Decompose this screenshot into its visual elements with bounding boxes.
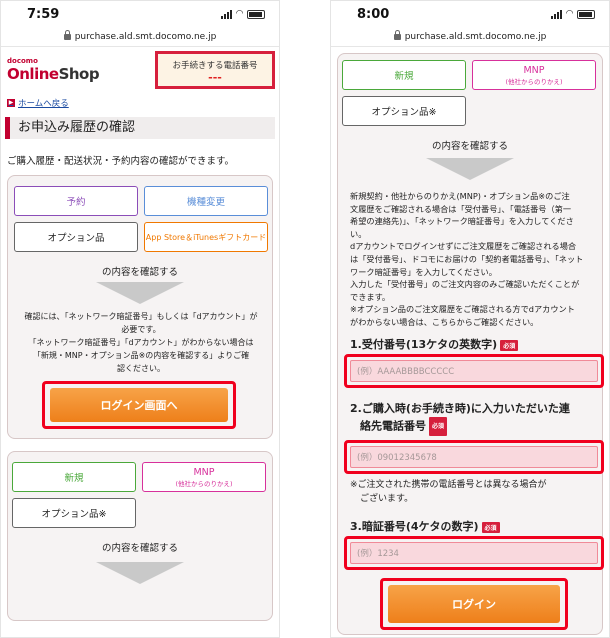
option-button[interactable]: オプション品※ xyxy=(342,96,466,126)
pin-input[interactable]: (例）1234 xyxy=(350,542,598,564)
lock-icon xyxy=(393,29,401,40)
signal-icon xyxy=(551,9,563,19)
logo-text-online: Online xyxy=(7,65,59,83)
url-text: purchase.ald.smt.docomo.ne.jp xyxy=(404,31,547,42)
guest-notes: 新規契約・他社からのりかえ(MNP)・オプション品※のご注 文履歴をご確認される… xyxy=(350,190,602,329)
site-header: docomo OnlineShop お手続きする電話番号 --- xyxy=(1,47,279,95)
login-note-line: 認ください。 xyxy=(117,364,165,373)
mnp-button[interactable]: MNP (他社からのりかえ) xyxy=(142,462,266,492)
home-link[interactable]: ▶ ホームへ戻る xyxy=(1,95,279,111)
login-note-line: 「ネットワーク暗証番号」「dアカウント」がわからない場合は xyxy=(28,338,254,347)
down-arrow-icon xyxy=(96,562,184,584)
signal-icon xyxy=(221,9,233,19)
battery-icon xyxy=(577,9,595,19)
contact-phone-label-line: 2.ご購入時(お手続き時)に入力いただいた連 xyxy=(350,402,570,415)
option-button[interactable]: オプション品※ xyxy=(12,498,136,528)
confirm-text: の内容を確認する xyxy=(101,267,178,278)
status-icons: ◠ xyxy=(551,9,595,19)
mnp-label: MNP xyxy=(523,64,545,76)
required-badge: 必須 xyxy=(481,521,500,533)
login-button[interactable]: ログイン xyxy=(388,585,560,623)
status-icons: ◠ xyxy=(221,9,265,19)
right-phone-screen: 8:00 ◠ purchase.ald.smt.docomo.ne.jp 新規 … xyxy=(330,0,610,638)
page-lead: ご購入履歴・配送状況・予約内容の確認ができます。 xyxy=(7,156,235,167)
logo-online-shop[interactable]: OnlineShop xyxy=(7,65,100,83)
note-line: い。 xyxy=(350,228,367,239)
required-badge: 必須 xyxy=(429,417,448,436)
login-note-line: 必要です。 xyxy=(121,325,161,334)
home-link-label: ホームへ戻る xyxy=(18,99,69,109)
contact-phone-label-line: 絡先電話番号 xyxy=(360,419,426,433)
down-arrow-icon xyxy=(426,158,514,180)
status-bar: 8:00 ◠ xyxy=(331,1,609,27)
phone-hint-line: ございます。 xyxy=(360,494,414,504)
logo-docomo: docomo xyxy=(7,57,38,65)
note-line: ワーク暗証番号」を入力してください。 xyxy=(350,266,497,277)
battery-icon xyxy=(247,9,265,19)
note-line: できます。 xyxy=(350,291,391,302)
wifi-icon: ◠ xyxy=(566,9,573,19)
note-line: 新規契約・他社からのりかえ(MNP)・オプション品※のご注 xyxy=(350,191,570,201)
wifi-icon: ◠ xyxy=(236,9,243,19)
receipt-number-input[interactable]: (例）AAAABBBBCCCCC xyxy=(350,360,598,382)
mnp-button[interactable]: MNP (他社からのりかえ) xyxy=(472,60,596,90)
pin-label: 3.暗証番号(4ケタの数字) 必須 xyxy=(350,518,500,534)
model-change-button[interactable]: 機種変更 xyxy=(144,186,268,216)
note-line: がわからない場合は、こちらからご確認ください。 xyxy=(350,316,539,327)
logo-text-shop: Shop xyxy=(58,65,100,83)
login-note: 確認には、「ネットワーク暗証番号」もしくは「dアカウント」が 必要です。 「ネッ… xyxy=(14,310,268,375)
url-bar[interactable]: purchase.ald.smt.docomo.ne.jp xyxy=(331,27,609,47)
note-line: dアカウントでログインせずにご注文履歴をご確認される場合 xyxy=(350,241,577,252)
option-button[interactable]: オプション品 xyxy=(14,222,138,252)
phone-number-value: --- xyxy=(208,71,222,84)
pin-label-text: 3.暗証番号(4ケタの数字) xyxy=(350,520,479,533)
history-card-guest: 新規 MNP (他社からのりかえ) オプション品※ の内容を確認する xyxy=(7,451,273,621)
phone-number-box: お手続きする電話番号 --- xyxy=(155,51,275,89)
status-time: 7:59 xyxy=(27,6,60,22)
mnp-sublabel: (他社からのりかえ) xyxy=(175,479,233,488)
history-card-login: 予約 機種変更 オプション品 App Store＆iTunesギフトカード の内… xyxy=(7,175,273,439)
left-phone-screen: 7:59 ◠ purchase.ald.smt.docomo.ne.jp doc… xyxy=(0,0,280,638)
mnp-sublabel: (他社からのりかえ) xyxy=(505,77,563,86)
appstore-gift-button[interactable]: App Store＆iTunesギフトカード xyxy=(144,222,268,252)
login-note-line: 「新規・MNP・オプション品※の内容を確認する」よりご確 xyxy=(32,351,250,360)
phone-hint-line: ※ご注文された携帯の電話番号とは異なる場合が xyxy=(350,480,547,490)
receipt-number-label-text: 1.受付番号(13ケタの英数字) xyxy=(350,338,498,351)
url-bar[interactable]: purchase.ald.smt.docomo.ne.jp xyxy=(1,27,279,47)
contact-phone-label: 2.ご購入時(お手続き時)に入力いただいた連 絡先電話番号 必須 xyxy=(350,400,602,436)
note-line: は「受付番号」、ドコモにお届けの「契約者電話番号」、「ネット xyxy=(350,253,584,264)
page-title: お申込み履歴の確認 xyxy=(5,117,275,139)
new-contract-button[interactable]: 新規 xyxy=(342,60,466,90)
status-time: 8:00 xyxy=(357,6,390,22)
reserve-button[interactable]: 予約 xyxy=(14,186,138,216)
guest-history-form: 新規 MNP (他社からのりかえ) オプション品※ の内容を確認する 新規契約・… xyxy=(337,53,604,635)
note-line: 文履歴をご確認される場合は「受付番号」、「電話番号（第一 xyxy=(350,203,572,214)
phone-number-label: お手続きする電話番号 xyxy=(172,61,258,71)
note-line: 入力した「受付番号」のご注文内容のみご確認いただくことが xyxy=(350,279,580,290)
url-text: purchase.ald.smt.docomo.ne.jp xyxy=(74,31,217,42)
status-bar: 7:59 ◠ xyxy=(1,1,279,27)
mnp-label: MNP xyxy=(193,466,215,478)
phone-hint: ※ご注文された携帯の電話番号とは異なる場合が ございます。 xyxy=(350,478,602,506)
new-contract-button[interactable]: 新規 xyxy=(12,462,136,492)
arrow-right-icon: ▶ xyxy=(7,99,15,107)
confirm-text: の内容を確認する xyxy=(431,141,508,152)
login-screen-button[interactable]: ログイン画面へ xyxy=(50,388,228,422)
receipt-number-label: 1.受付番号(13ケタの英数字) 必須 xyxy=(350,336,519,352)
contact-phone-input[interactable]: (例）09012345678 xyxy=(350,446,598,468)
confirm-text: の内容を確認する xyxy=(101,543,178,554)
lock-icon xyxy=(63,29,71,40)
note-line: 希望の連絡先)」、「ネットワーク暗証番号」を入力してくださ xyxy=(350,216,574,227)
required-badge: 必須 xyxy=(500,339,519,351)
login-note-line: 確認には、「ネットワーク暗証番号」もしくは「dアカウント」が xyxy=(24,312,258,321)
note-line: ※オプション品のご注文履歴をご確認される方でdアカウント xyxy=(350,304,575,315)
down-arrow-icon xyxy=(96,282,184,304)
